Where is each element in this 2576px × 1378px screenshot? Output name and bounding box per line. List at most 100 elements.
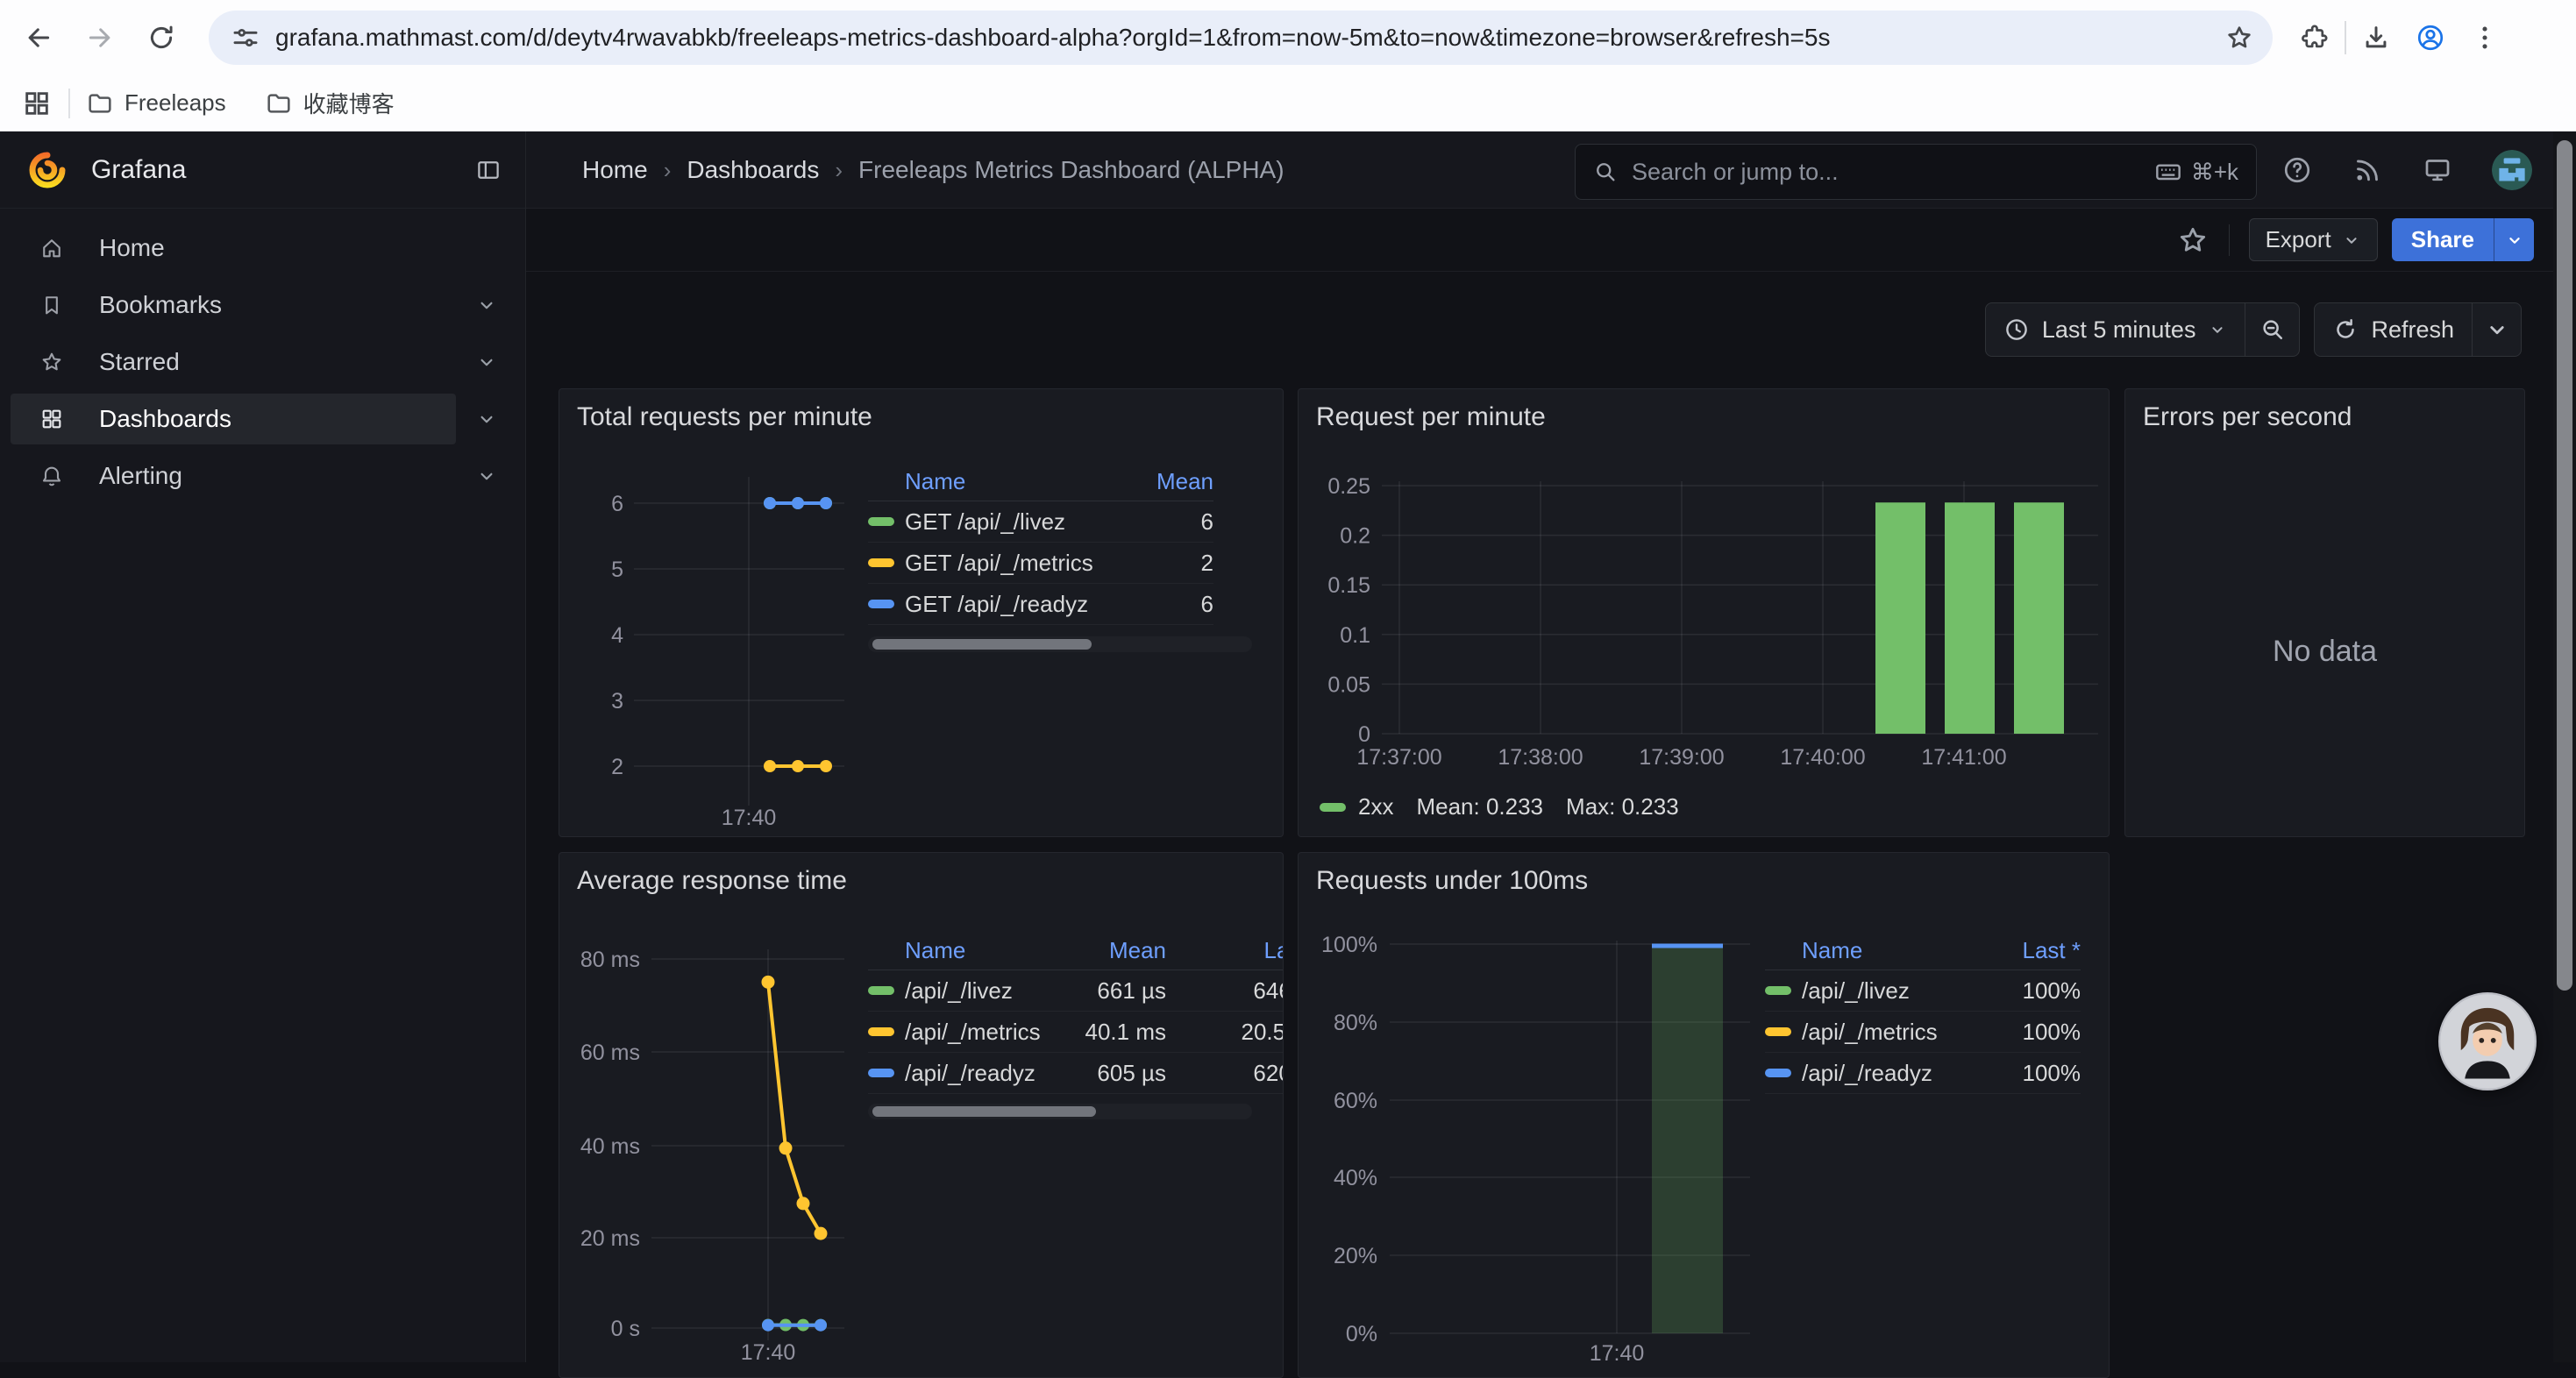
top-nav-icons <box>2281 131 2532 209</box>
series-label[interactable]: /api/_/metrics <box>1802 1019 1938 1046</box>
svg-text:17:40: 17:40 <box>722 806 777 830</box>
svg-text:0.05: 0.05 <box>1327 672 1370 697</box>
svg-text:0: 0 <box>1358 722 1370 747</box>
bookmark-item[interactable]: Freeleaps <box>86 89 226 117</box>
bookmarks-divider <box>68 89 70 118</box>
share-button-label[interactable]: Share <box>2392 218 2494 261</box>
forward-icon[interactable] <box>82 20 117 55</box>
series-label[interactable]: /api/_/livez <box>905 977 1052 1005</box>
sidebar-link-home[interactable]: Home <box>11 223 456 273</box>
breadcrumb-item[interactable]: Home <box>582 156 648 184</box>
refresh-button[interactable]: Refresh <box>2315 303 2472 356</box>
legend-scrollbar[interactable] <box>868 636 1252 652</box>
apps-grid-icon[interactable] <box>19 86 54 121</box>
share-button[interactable]: Share <box>2392 218 2534 261</box>
legend-table: NameLast */api/_/livez100%/api/_/metrics… <box>1765 932 2096 1094</box>
bookmark-star-icon[interactable] <box>2222 20 2257 55</box>
panel-title[interactable]: Errors per second <box>2125 389 2524 432</box>
legend-scrollbar[interactable] <box>868 1104 1252 1119</box>
svg-text:60 ms: 60 ms <box>580 1041 640 1065</box>
expand-chevron-icon[interactable] <box>467 457 506 495</box>
legend-row: /api/_/metrics100% <box>1765 1012 2081 1053</box>
site-settings-icon[interactable] <box>228 20 263 55</box>
expand-chevron-icon[interactable] <box>467 343 506 381</box>
floating-assistant-avatar[interactable] <box>2438 992 2537 1090</box>
legend-row: /api/_/metrics40.1 ms20.5 ms <box>868 1012 1284 1053</box>
bookmark-item[interactable]: 收藏博客 <box>265 87 395 119</box>
help-icon[interactable] <box>2281 154 2313 186</box>
zoom-out-button[interactable] <box>2245 303 2299 356</box>
search-box[interactable]: ⌘+k <box>1575 144 2257 200</box>
series-label[interactable]: /api/_/livez <box>1802 977 1910 1005</box>
search-input[interactable] <box>1632 159 2154 186</box>
series-label[interactable]: 2xx <box>1358 793 1393 820</box>
expand-chevron-icon[interactable] <box>467 400 506 438</box>
svg-text:5: 5 <box>611 558 623 582</box>
chevron-down-icon <box>2342 231 2361 250</box>
top-nav: Home›Dashboards›Freeleaps Metrics Dashbo… <box>526 131 2576 209</box>
svg-text:17:40: 17:40 <box>741 1340 796 1365</box>
sidebar-link-dashboards[interactable]: Dashboards <box>11 394 456 444</box>
sidebar-item-home: Home <box>0 223 525 273</box>
series-label[interactable]: /api/_/metrics <box>905 1019 1052 1046</box>
grafana-logo-icon[interactable] <box>26 149 68 191</box>
user-avatar[interactable] <box>2492 150 2532 190</box>
browser-chrome: Freeleaps 收藏博客 <box>0 0 2576 131</box>
browser-menu-icon[interactable] <box>2467 20 2502 55</box>
share-menu-chevron-icon[interactable] <box>2494 218 2534 261</box>
series-label[interactable]: GET /api/_/livez <box>905 508 1065 536</box>
search-icon <box>1593 160 1618 184</box>
keyboard-icon <box>2154 158 2182 186</box>
breadcrumb-item[interactable]: Dashboards <box>687 156 819 184</box>
downloads-icon[interactable] <box>2359 20 2394 55</box>
legend-col-name[interactable]: Name <box>905 937 1052 964</box>
favorite-star-icon[interactable] <box>2176 224 2210 257</box>
dashboard-actions-row: Export Share <box>526 209 2576 272</box>
reload-icon[interactable] <box>144 20 179 55</box>
series-label[interactable]: GET /api/_/metrics <box>905 550 1093 577</box>
svg-text:17:41:00: 17:41:00 <box>1921 745 2006 770</box>
monitor-icon[interactable] <box>2422 154 2453 186</box>
series-label[interactable]: /api/_/readyz <box>1802 1060 1932 1087</box>
legend-col-value[interactable]: Last * <box>2023 937 2081 964</box>
news-rss-icon[interactable] <box>2352 154 2383 186</box>
svg-text:2: 2 <box>611 755 623 779</box>
extensions-icon[interactable] <box>2297 20 2332 55</box>
search-shortcut: ⌘+k <box>2154 158 2238 186</box>
series-mean: 661 µs <box>1052 977 1166 1005</box>
legend-col-mean[interactable]: Mean <box>1052 937 1166 964</box>
no-data-message: No data <box>2125 635 2524 669</box>
expand-chevron-icon[interactable] <box>467 286 506 324</box>
back-icon[interactable] <box>21 20 56 55</box>
url-input[interactable] <box>275 24 2222 52</box>
page-scrollbar[interactable] <box>2553 131 2576 1362</box>
breadcrumb-separator: › <box>664 157 672 184</box>
sidebar-item-alerting: Alerting <box>0 451 525 501</box>
legend-col-value[interactable]: Mean <box>1156 468 1213 495</box>
legend-col-name[interactable]: Name <box>1802 937 1862 964</box>
svg-text:0.15: 0.15 <box>1327 573 1370 598</box>
time-controls: Last 5 minutes Refresh <box>1985 302 2522 357</box>
sidebar-link-starred[interactable]: Starred <box>11 337 456 387</box>
sidebar-link-alerting[interactable]: Alerting <box>11 451 456 501</box>
svg-text:0.2: 0.2 <box>1340 524 1370 549</box>
dock-menu-icon[interactable] <box>469 151 508 189</box>
request-per-minute-chart[interactable]: 0.250.20.150.10.05017:37:0017:38:0017:39… <box>1299 389 2110 837</box>
refresh-interval-button[interactable] <box>2472 303 2521 356</box>
svg-text:6: 6 <box>611 492 623 516</box>
sidebar-item-label: Dashboards <box>99 405 231 433</box>
sidebar-link-bookmarks[interactable]: Bookmarks <box>11 280 456 330</box>
legend-col-name[interactable]: Name <box>905 468 965 495</box>
legend-row: /api/_/readyz605 µs620 µs <box>868 1053 1284 1094</box>
main-area: Home›Dashboards›Freeleaps Metrics Dashbo… <box>526 131 2576 1362</box>
page-scrollbar-thumb[interactable] <box>2557 140 2572 991</box>
profile-icon[interactable] <box>2413 20 2448 55</box>
url-bar[interactable] <box>209 11 2273 65</box>
legend-header: Name Mean <box>868 463 1213 501</box>
legend-col-last[interactable]: Last * <box>1166 937 1284 964</box>
series-label[interactable]: /api/_/readyz <box>905 1060 1052 1087</box>
time-range-button[interactable]: Last 5 minutes <box>1986 303 2245 356</box>
series-label[interactable]: GET /api/_/readyz <box>905 591 1088 618</box>
breadcrumb: Home›Dashboards›Freeleaps Metrics Dashbo… <box>582 131 1284 209</box>
export-button[interactable]: Export <box>2249 218 2378 261</box>
